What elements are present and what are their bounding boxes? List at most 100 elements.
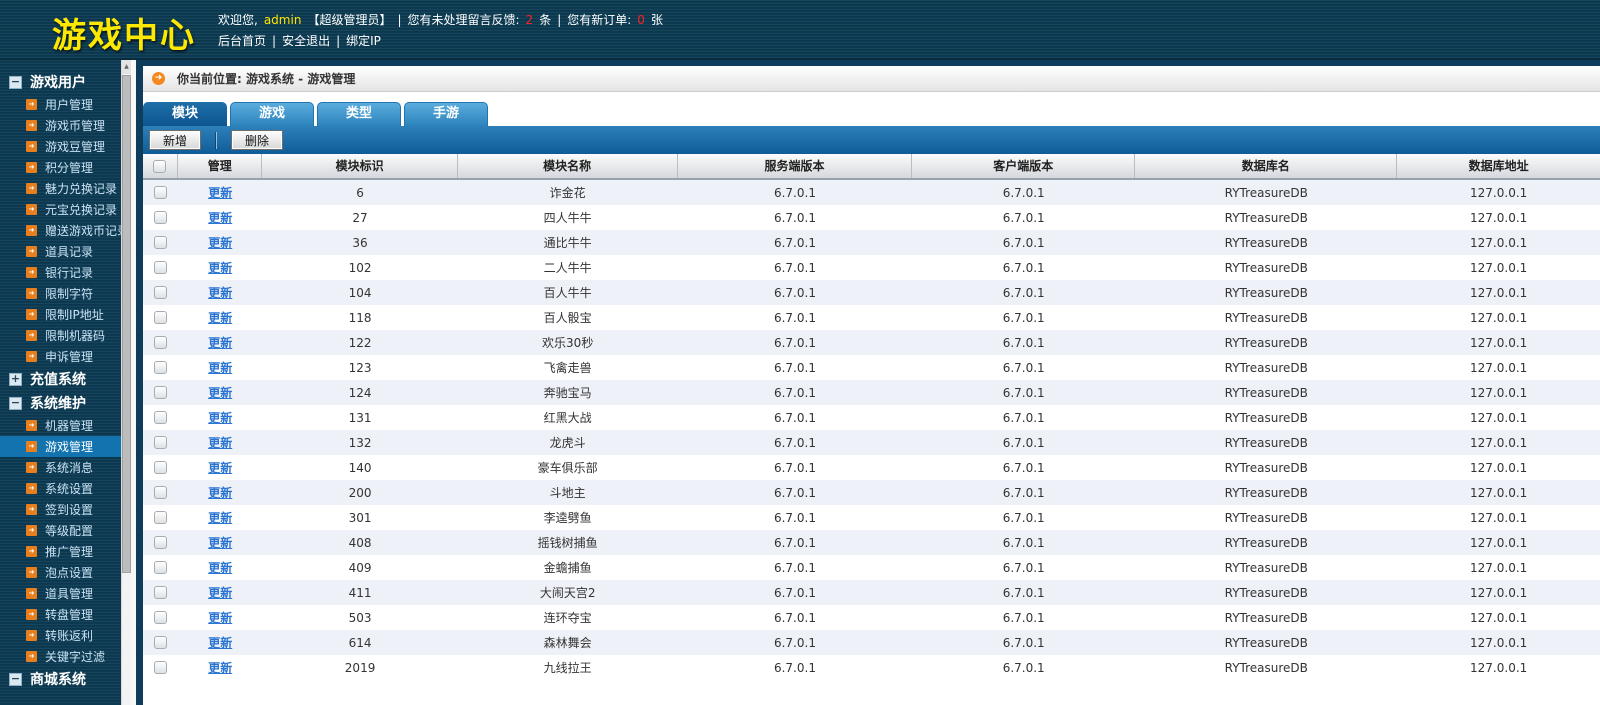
row-checkbox[interactable] <box>153 536 167 549</box>
db-host: 127.0.0.1 <box>1470 235 1528 250</box>
select-all-checkbox[interactable] <box>153 159 167 173</box>
update-link[interactable]: 更新 <box>208 436 232 450</box>
tab[interactable]: 游戏 <box>230 102 314 126</box>
sidebar-entry[interactable]: ➜ 系统设置 <box>0 478 121 499</box>
sidebar-entry[interactable]: ➜ 机器管理 <box>0 415 121 436</box>
db-host: 127.0.0.1 <box>1470 510 1528 525</box>
row-checkbox[interactable] <box>153 486 167 499</box>
sidebar-entry[interactable]: ➜ 关键字过滤 <box>0 646 121 667</box>
sidebar-entry[interactable]: ➜ 道具记录 <box>0 241 121 262</box>
client-version: 6.7.0.1 <box>1002 360 1045 375</box>
update-link[interactable]: 更新 <box>208 261 232 275</box>
row-checkbox[interactable] <box>153 186 167 199</box>
row-checkbox[interactable] <box>153 386 167 399</box>
sidebar-entry[interactable]: ➜ 游戏豆管理 <box>0 136 121 157</box>
row-checkbox[interactable] <box>153 411 167 424</box>
row-checkbox[interactable] <box>153 511 167 524</box>
home-link[interactable]: 后台首页 <box>218 31 266 52</box>
update-link[interactable]: 更新 <box>208 486 232 500</box>
row-checkbox[interactable] <box>153 211 167 224</box>
update-link[interactable]: 更新 <box>208 286 232 300</box>
client-version: 6.7.0.1 <box>1002 460 1045 475</box>
sidebar-entry[interactable]: ➜ 转盘管理 <box>0 604 121 625</box>
sidebar-entry[interactable]: ➜ 游戏币管理 <box>0 115 121 136</box>
update-link[interactable]: 更新 <box>208 636 232 650</box>
sidebar-entry[interactable]: ➜ 积分管理 <box>0 157 121 178</box>
sidebar-entry[interactable]: + 充值系统 <box>0 367 121 391</box>
breadcrumb: ➜ 你当前位置: 游戏系统 - 游戏管理 <box>143 66 1600 92</box>
sidebar-entry-icon: ➜ <box>26 246 37 257</box>
sidebar-entry[interactable]: ➜ 用户管理 <box>0 94 121 115</box>
update-link[interactable]: 更新 <box>208 311 232 325</box>
update-link[interactable]: 更新 <box>208 611 232 625</box>
db-host: 127.0.0.1 <box>1470 210 1528 225</box>
row-checkbox[interactable] <box>153 586 167 599</box>
update-link[interactable]: 更新 <box>208 411 232 425</box>
row-checkbox[interactable] <box>153 636 167 649</box>
table-row: 更新 140 豪车俱乐部 6.7.0.1 6.7.0.1 RYTreasureD… <box>143 455 1600 480</box>
db-name: RYTreasureDB <box>1224 260 1308 275</box>
update-link[interactable]: 更新 <box>208 336 232 350</box>
server-version: 6.7.0.1 <box>773 585 816 600</box>
row-checkbox[interactable] <box>153 436 167 449</box>
sidebar-entry-label: 游戏管理 <box>45 440 94 454</box>
sidebar-entry[interactable]: ➜ 限制IP地址 <box>0 304 121 325</box>
update-link[interactable]: 更新 <box>208 586 232 600</box>
delete-button[interactable]: 删除 <box>231 130 284 150</box>
sidebar-entry[interactable]: ➜ 银行记录 <box>0 262 121 283</box>
sidebar-entry[interactable]: ➜ 游戏管理 <box>0 436 121 457</box>
module-id: 118 <box>348 310 372 325</box>
tab[interactable]: 模块 <box>143 102 227 126</box>
select-all-cell <box>143 154 178 178</box>
sidebar-entry[interactable]: ➜ 限制字符 <box>0 283 121 304</box>
sidebar-entry[interactable]: ➜ 系统消息 <box>0 457 121 478</box>
db-name: RYTreasureDB <box>1224 185 1308 200</box>
row-checkbox[interactable] <box>153 461 167 474</box>
update-link[interactable]: 更新 <box>208 661 232 675</box>
row-checkbox[interactable] <box>153 361 167 374</box>
sidebar-entry[interactable]: ➜ 赠送游戏币记录 <box>0 220 121 241</box>
table-row: 更新 122 欢乐30秒 6.7.0.1 6.7.0.1 RYTreasureD… <box>143 330 1600 355</box>
update-link[interactable]: 更新 <box>208 236 232 250</box>
module-name: 二人牛牛 <box>543 261 592 275</box>
module-id: 27 <box>352 210 368 225</box>
sidebar-entry-label: 道具记录 <box>45 245 94 259</box>
row-checkbox[interactable] <box>153 286 167 299</box>
sidebar-entry[interactable]: − 商城系统 <box>0 667 121 691</box>
update-link[interactable]: 更新 <box>208 536 232 550</box>
scrollbar-up-icon[interactable]: ▲ <box>122 60 131 74</box>
bind-ip-link[interactable]: 绑定IP <box>346 31 381 52</box>
column-header-module-name: 模块名称 <box>458 154 678 178</box>
sidebar-entry[interactable]: ➜ 推广管理 <box>0 541 121 562</box>
sidebar-entry[interactable]: − 系统维护 <box>0 391 121 415</box>
update-link[interactable]: 更新 <box>208 561 232 575</box>
sidebar-entry[interactable]: ➜ 魅力兑换记录 <box>0 178 121 199</box>
update-link[interactable]: 更新 <box>208 211 232 225</box>
sidebar-entry[interactable]: ➜ 泡点设置 <box>0 562 121 583</box>
sidebar-entry[interactable]: ➜ 道具管理 <box>0 583 121 604</box>
sidebar-entry[interactable]: ➜ 申诉管理 <box>0 346 121 367</box>
row-checkbox[interactable] <box>153 261 167 274</box>
update-link[interactable]: 更新 <box>208 361 232 375</box>
add-button[interactable]: 新增 <box>149 130 202 150</box>
row-checkbox[interactable] <box>153 661 167 674</box>
update-link[interactable]: 更新 <box>208 186 232 200</box>
sidebar-entry[interactable]: ➜ 转账返利 <box>0 625 121 646</box>
update-link[interactable]: 更新 <box>208 461 232 475</box>
update-link[interactable]: 更新 <box>208 511 232 525</box>
row-checkbox[interactable] <box>153 336 167 349</box>
sidebar-entry[interactable]: − 游戏用户 <box>0 70 121 94</box>
tab[interactable]: 手游 <box>404 102 488 126</box>
update-link[interactable]: 更新 <box>208 386 232 400</box>
row-checkbox[interactable] <box>153 311 167 324</box>
tab[interactable]: 类型 <box>317 102 401 126</box>
sidebar-entry[interactable]: ➜ 等级配置 <box>0 520 121 541</box>
sidebar-entry[interactable]: ➜ 元宝兑换记录 <box>0 199 121 220</box>
sidebar-entry[interactable]: ➜ 限制机器码 <box>0 325 121 346</box>
row-checkbox[interactable] <box>153 611 167 624</box>
row-checkbox[interactable] <box>153 236 167 249</box>
row-checkbox[interactable] <box>153 561 167 574</box>
logout-link[interactable]: 安全退出 <box>282 31 330 52</box>
sidebar-entry[interactable]: ➜ 签到设置 <box>0 499 121 520</box>
scrollbar-thumb[interactable] <box>122 75 131 573</box>
